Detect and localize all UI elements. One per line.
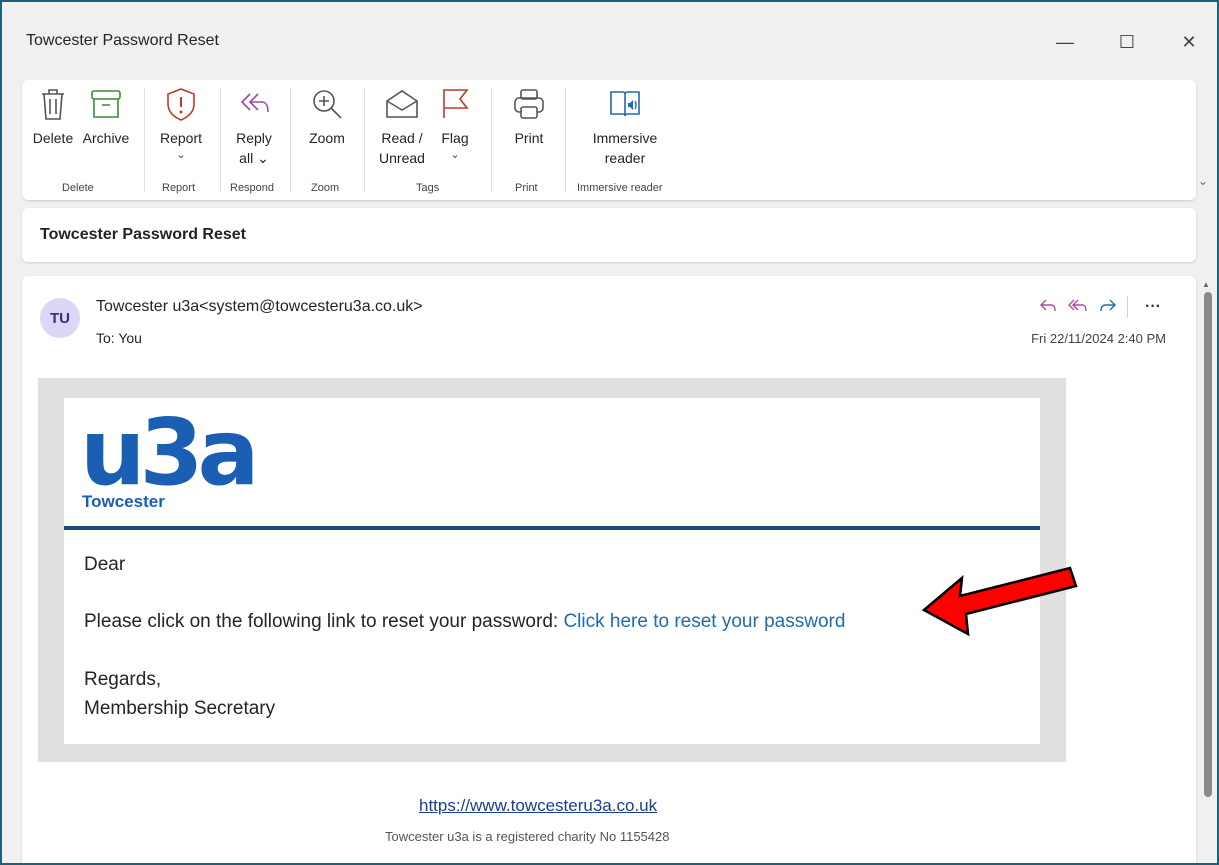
window-frame: Towcester Password Reset — ☐ ✕ Delete Ar… xyxy=(0,0,1219,865)
subject-title: Towcester Password Reset xyxy=(40,226,247,243)
immersive-reader-icon xyxy=(610,91,640,117)
charity-notice: Towcester u3a is a registered charity No… xyxy=(385,829,670,844)
more-options-icon[interactable]: ··· xyxy=(1138,298,1168,316)
shield-alert-icon xyxy=(167,88,195,121)
ribbon-divider xyxy=(144,88,145,192)
group-label-respond: Respond xyxy=(230,182,275,194)
maximize-button[interactable]: ☐ xyxy=(1104,26,1150,58)
read-unread-button[interactable]: Read / Unread xyxy=(374,86,430,168)
message-actions: ··· xyxy=(1033,296,1168,318)
regards-text: Regards, xyxy=(84,669,162,690)
chevron-down-icon: ⌄ xyxy=(450,149,460,161)
title-bar: Towcester Password Reset — ☐ ✕ xyxy=(2,2,1217,78)
archive-button[interactable]: Archive xyxy=(78,86,134,148)
ribbon-divider xyxy=(290,88,291,192)
u3a-logo: u3a xyxy=(80,402,260,492)
reply-all-button[interactable]: Reply all ⌄ xyxy=(228,86,280,168)
greeting-text: Dear xyxy=(84,554,126,575)
scrollbar-thumb[interactable] xyxy=(1204,292,1212,797)
subject-bar: Towcester Password Reset xyxy=(22,208,1196,262)
report-button[interactable]: Report ⌄ xyxy=(154,86,208,162)
zoom-in-icon xyxy=(313,90,342,119)
group-label-delete: Delete xyxy=(62,182,94,194)
ribbon-expand-icon[interactable]: ⌄ xyxy=(1198,174,1208,188)
group-label-zoom: Zoom xyxy=(311,182,340,194)
recipient-line: To: You xyxy=(96,330,142,346)
forward-icon xyxy=(1100,299,1116,311)
ribbon-divider xyxy=(491,88,492,192)
group-label-report: Report xyxy=(162,182,196,194)
ribbon-divider xyxy=(364,88,365,192)
red-arrow-annotation xyxy=(921,566,1078,637)
forward-button[interactable] xyxy=(1093,297,1123,318)
group-label-immersive-reader: Immersive reader xyxy=(577,182,663,194)
reply-all-icon xyxy=(1068,299,1087,311)
website-link[interactable]: https://www.towcesteru3a.co.uk xyxy=(419,796,657,816)
trash-icon xyxy=(42,89,64,120)
envelope-open-icon xyxy=(386,90,418,118)
minimize-button[interactable]: — xyxy=(1042,26,1088,58)
flag-icon xyxy=(443,89,469,118)
email-body: u3a Towcester Dear Please click on the f… xyxy=(64,398,1040,744)
chevron-down-icon: ⌄ xyxy=(176,149,186,161)
reply-all-icon xyxy=(240,93,269,113)
group-label-tags: Tags xyxy=(416,182,440,194)
delete-button[interactable]: Delete xyxy=(30,86,76,148)
reply-button[interactable] xyxy=(1033,297,1063,318)
logo-subtitle: Towcester xyxy=(82,492,165,511)
email-body-frame: u3a Towcester Dear Please click on the f… xyxy=(38,378,1066,762)
ribbon-divider xyxy=(565,88,566,192)
scroll-up-icon[interactable]: ▲ xyxy=(1202,280,1210,289)
actions-divider xyxy=(1127,296,1128,318)
signature-text: Membership Secretary xyxy=(84,698,276,719)
sender-address[interactable]: Towcester u3a<system@towcesteru3a.co.uk> xyxy=(96,298,423,316)
reply-icon xyxy=(1040,299,1056,311)
message-date: Fri 22/11/2024 2:40 PM xyxy=(1031,331,1166,346)
header-rule xyxy=(64,526,1040,530)
close-button[interactable]: ✕ xyxy=(1166,26,1212,58)
zoom-button[interactable]: Zoom xyxy=(302,86,352,148)
flag-button[interactable]: Flag ⌄ xyxy=(434,86,476,162)
archive-icon xyxy=(91,90,121,118)
print-button[interactable]: Print xyxy=(506,86,552,148)
window-title: Towcester Password Reset xyxy=(26,32,219,49)
svg-text:u3a: u3a xyxy=(80,402,254,492)
reply-all-small-button[interactable] xyxy=(1063,297,1093,318)
group-label-print: Print xyxy=(515,182,538,194)
immersive-reader-button[interactable]: Immersive reader xyxy=(580,86,670,168)
printer-icon xyxy=(514,89,544,119)
instruction-text: Please click on the following link to re… xyxy=(84,611,846,632)
reset-password-link[interactable]: Click here to reset your password xyxy=(563,611,845,632)
ribbon-toolbar: Delete Archive Delete Report ⌄ Report Re… xyxy=(22,80,1196,200)
ribbon-divider xyxy=(220,88,221,192)
avatar[interactable]: TU xyxy=(40,298,80,338)
